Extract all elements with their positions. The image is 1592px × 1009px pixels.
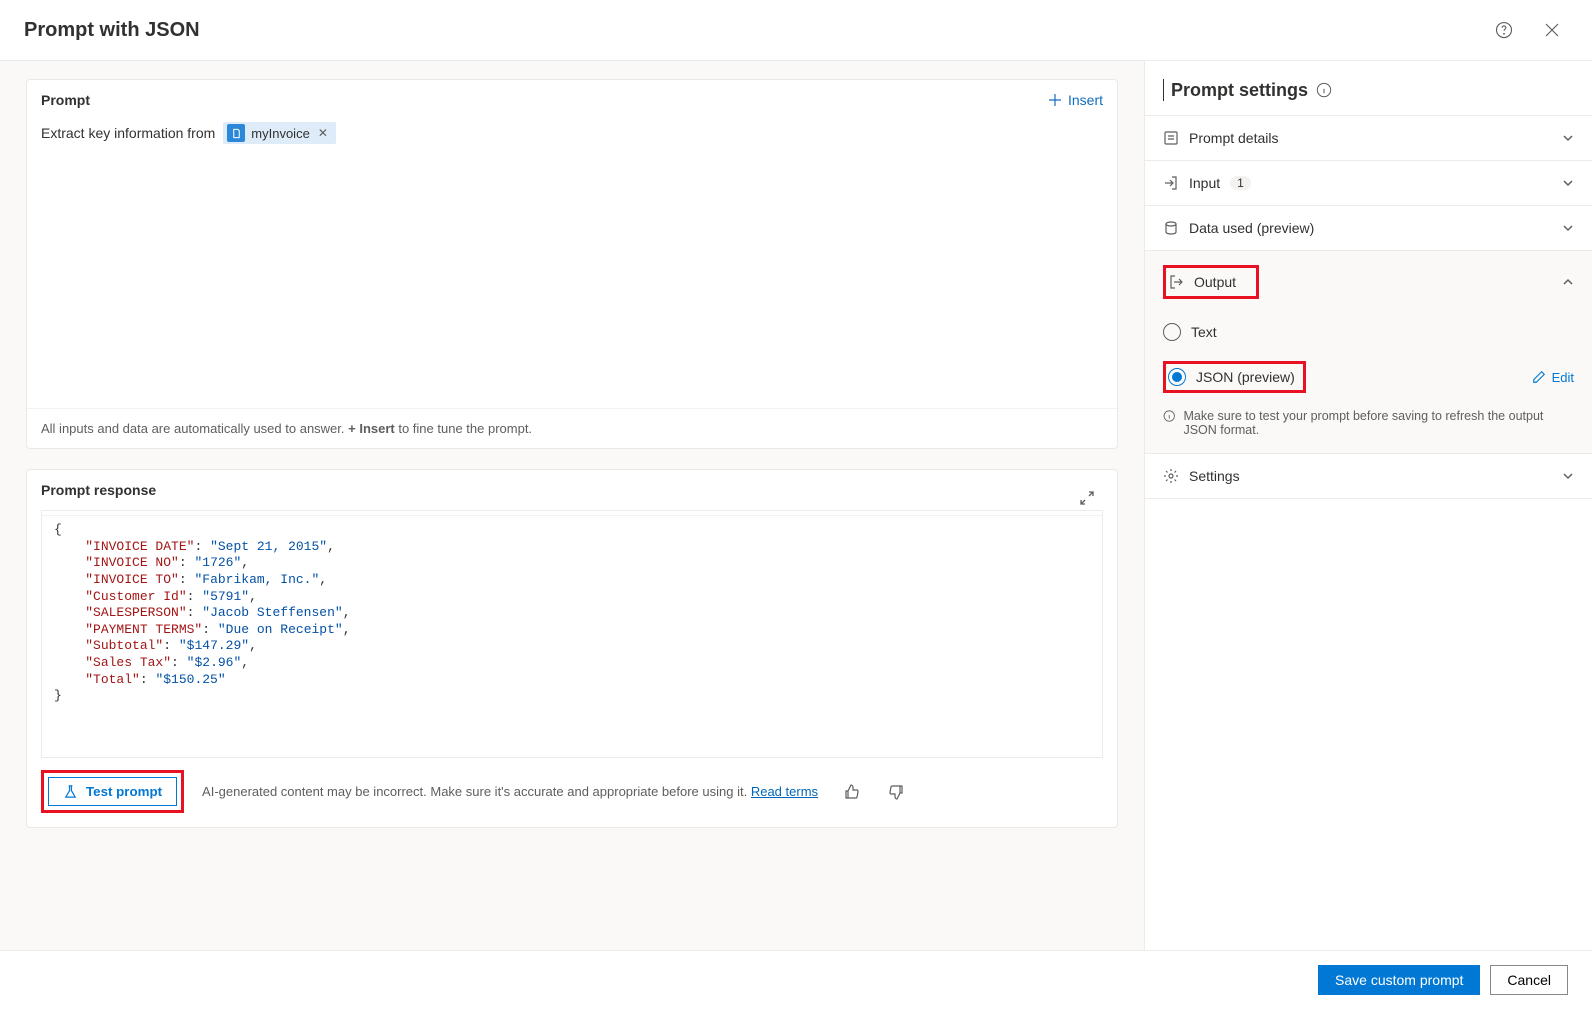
accordion-label: Input bbox=[1189, 175, 1220, 191]
save-button[interactable]: Save custom prompt bbox=[1318, 965, 1480, 995]
insert-label: Insert bbox=[1068, 92, 1103, 108]
info-text: Make sure to test your prompt before sav… bbox=[1183, 409, 1574, 437]
variable-chip[interactable]: myInvoice ✕ bbox=[223, 122, 336, 144]
test-prompt-label: Test prompt bbox=[86, 784, 162, 799]
prompt-input-area[interactable]: Extract key information from myInvoice ✕ bbox=[27, 120, 1117, 408]
gear-icon bbox=[1163, 468, 1179, 484]
info-icon bbox=[1163, 409, 1175, 423]
output-info-row: Make sure to test your prompt before sav… bbox=[1145, 403, 1592, 453]
chip-label: myInvoice bbox=[251, 126, 310, 141]
json-option-highlight: JSON (preview) bbox=[1163, 361, 1306, 393]
response-section-title: Prompt response bbox=[41, 482, 156, 498]
output-highlight: Output bbox=[1163, 265, 1259, 299]
edit-label: Edit bbox=[1552, 370, 1574, 385]
chevron-down-icon bbox=[1562, 470, 1574, 482]
chevron-down-icon bbox=[1562, 132, 1574, 144]
accordion-label: Prompt details bbox=[1189, 130, 1278, 146]
accordion-prompt-details[interactable]: Prompt details bbox=[1145, 115, 1592, 161]
test-prompt-highlight: Test prompt bbox=[41, 770, 184, 813]
accordion-settings[interactable]: Settings bbox=[1145, 454, 1592, 499]
output-option-json[interactable]: JSON (preview) Edit bbox=[1145, 351, 1592, 403]
input-count-badge: 1 bbox=[1230, 176, 1251, 190]
thumbs-up-icon[interactable] bbox=[836, 776, 868, 808]
close-icon[interactable] bbox=[1536, 14, 1568, 46]
prompt-section-title: Prompt bbox=[41, 92, 90, 108]
pencil-icon bbox=[1532, 370, 1546, 384]
read-terms-link[interactable]: Read terms bbox=[751, 784, 818, 799]
prompt-text: Extract key information from bbox=[41, 125, 215, 141]
thumbs-down-icon[interactable] bbox=[880, 776, 912, 808]
page-title: Prompt with JSON bbox=[24, 19, 200, 42]
chevron-up-icon bbox=[1562, 276, 1574, 288]
chip-remove-icon[interactable]: ✕ bbox=[318, 126, 328, 140]
input-icon bbox=[1163, 175, 1179, 191]
test-prompt-button[interactable]: Test prompt bbox=[48, 777, 177, 806]
prompt-card: Prompt Insert Extract key information fr… bbox=[26, 79, 1118, 449]
radio-label: Text bbox=[1191, 324, 1217, 340]
accordion-output[interactable]: Output bbox=[1145, 251, 1592, 313]
info-icon[interactable] bbox=[1316, 82, 1332, 98]
chevron-down-icon bbox=[1562, 222, 1574, 234]
edit-json-button[interactable]: Edit bbox=[1532, 370, 1574, 385]
help-icon[interactable] bbox=[1488, 14, 1520, 46]
radio-unselected-icon bbox=[1163, 323, 1181, 341]
insert-button[interactable]: Insert bbox=[1048, 92, 1103, 108]
response-card: Prompt response { "INVOICE DATE": "Sept … bbox=[26, 469, 1118, 828]
ai-disclaimer: AI-generated content may be incorrect. M… bbox=[202, 784, 818, 799]
accordion-label: Output bbox=[1194, 274, 1236, 290]
cancel-button[interactable]: Cancel bbox=[1490, 965, 1568, 995]
radio-label: JSON (preview) bbox=[1196, 369, 1295, 385]
accordion-label: Settings bbox=[1189, 468, 1240, 484]
accordion-label: Data used (preview) bbox=[1189, 220, 1314, 236]
prompt-footer-hint: All inputs and data are automatically us… bbox=[27, 408, 1117, 448]
accordion-data-used[interactable]: Data used (preview) bbox=[1145, 206, 1592, 251]
chevron-down-icon bbox=[1562, 177, 1574, 189]
output-option-text[interactable]: Text bbox=[1145, 313, 1592, 351]
database-icon bbox=[1163, 220, 1179, 236]
sidebar-title: Prompt settings bbox=[1171, 80, 1308, 101]
document-icon bbox=[227, 124, 245, 142]
accordion-input[interactable]: Input 1 bbox=[1145, 161, 1592, 206]
settings-sidebar: Prompt settings Prompt details Input 1 D… bbox=[1144, 61, 1592, 950]
json-output: { "INVOICE DATE": "Sept 21, 2015", "INVO… bbox=[41, 516, 1103, 758]
details-icon bbox=[1163, 130, 1179, 146]
radio-selected-icon bbox=[1168, 368, 1186, 386]
output-icon bbox=[1168, 274, 1184, 290]
expand-icon[interactable] bbox=[1071, 482, 1103, 514]
plus-icon bbox=[1048, 93, 1062, 107]
flask-icon bbox=[63, 784, 78, 799]
